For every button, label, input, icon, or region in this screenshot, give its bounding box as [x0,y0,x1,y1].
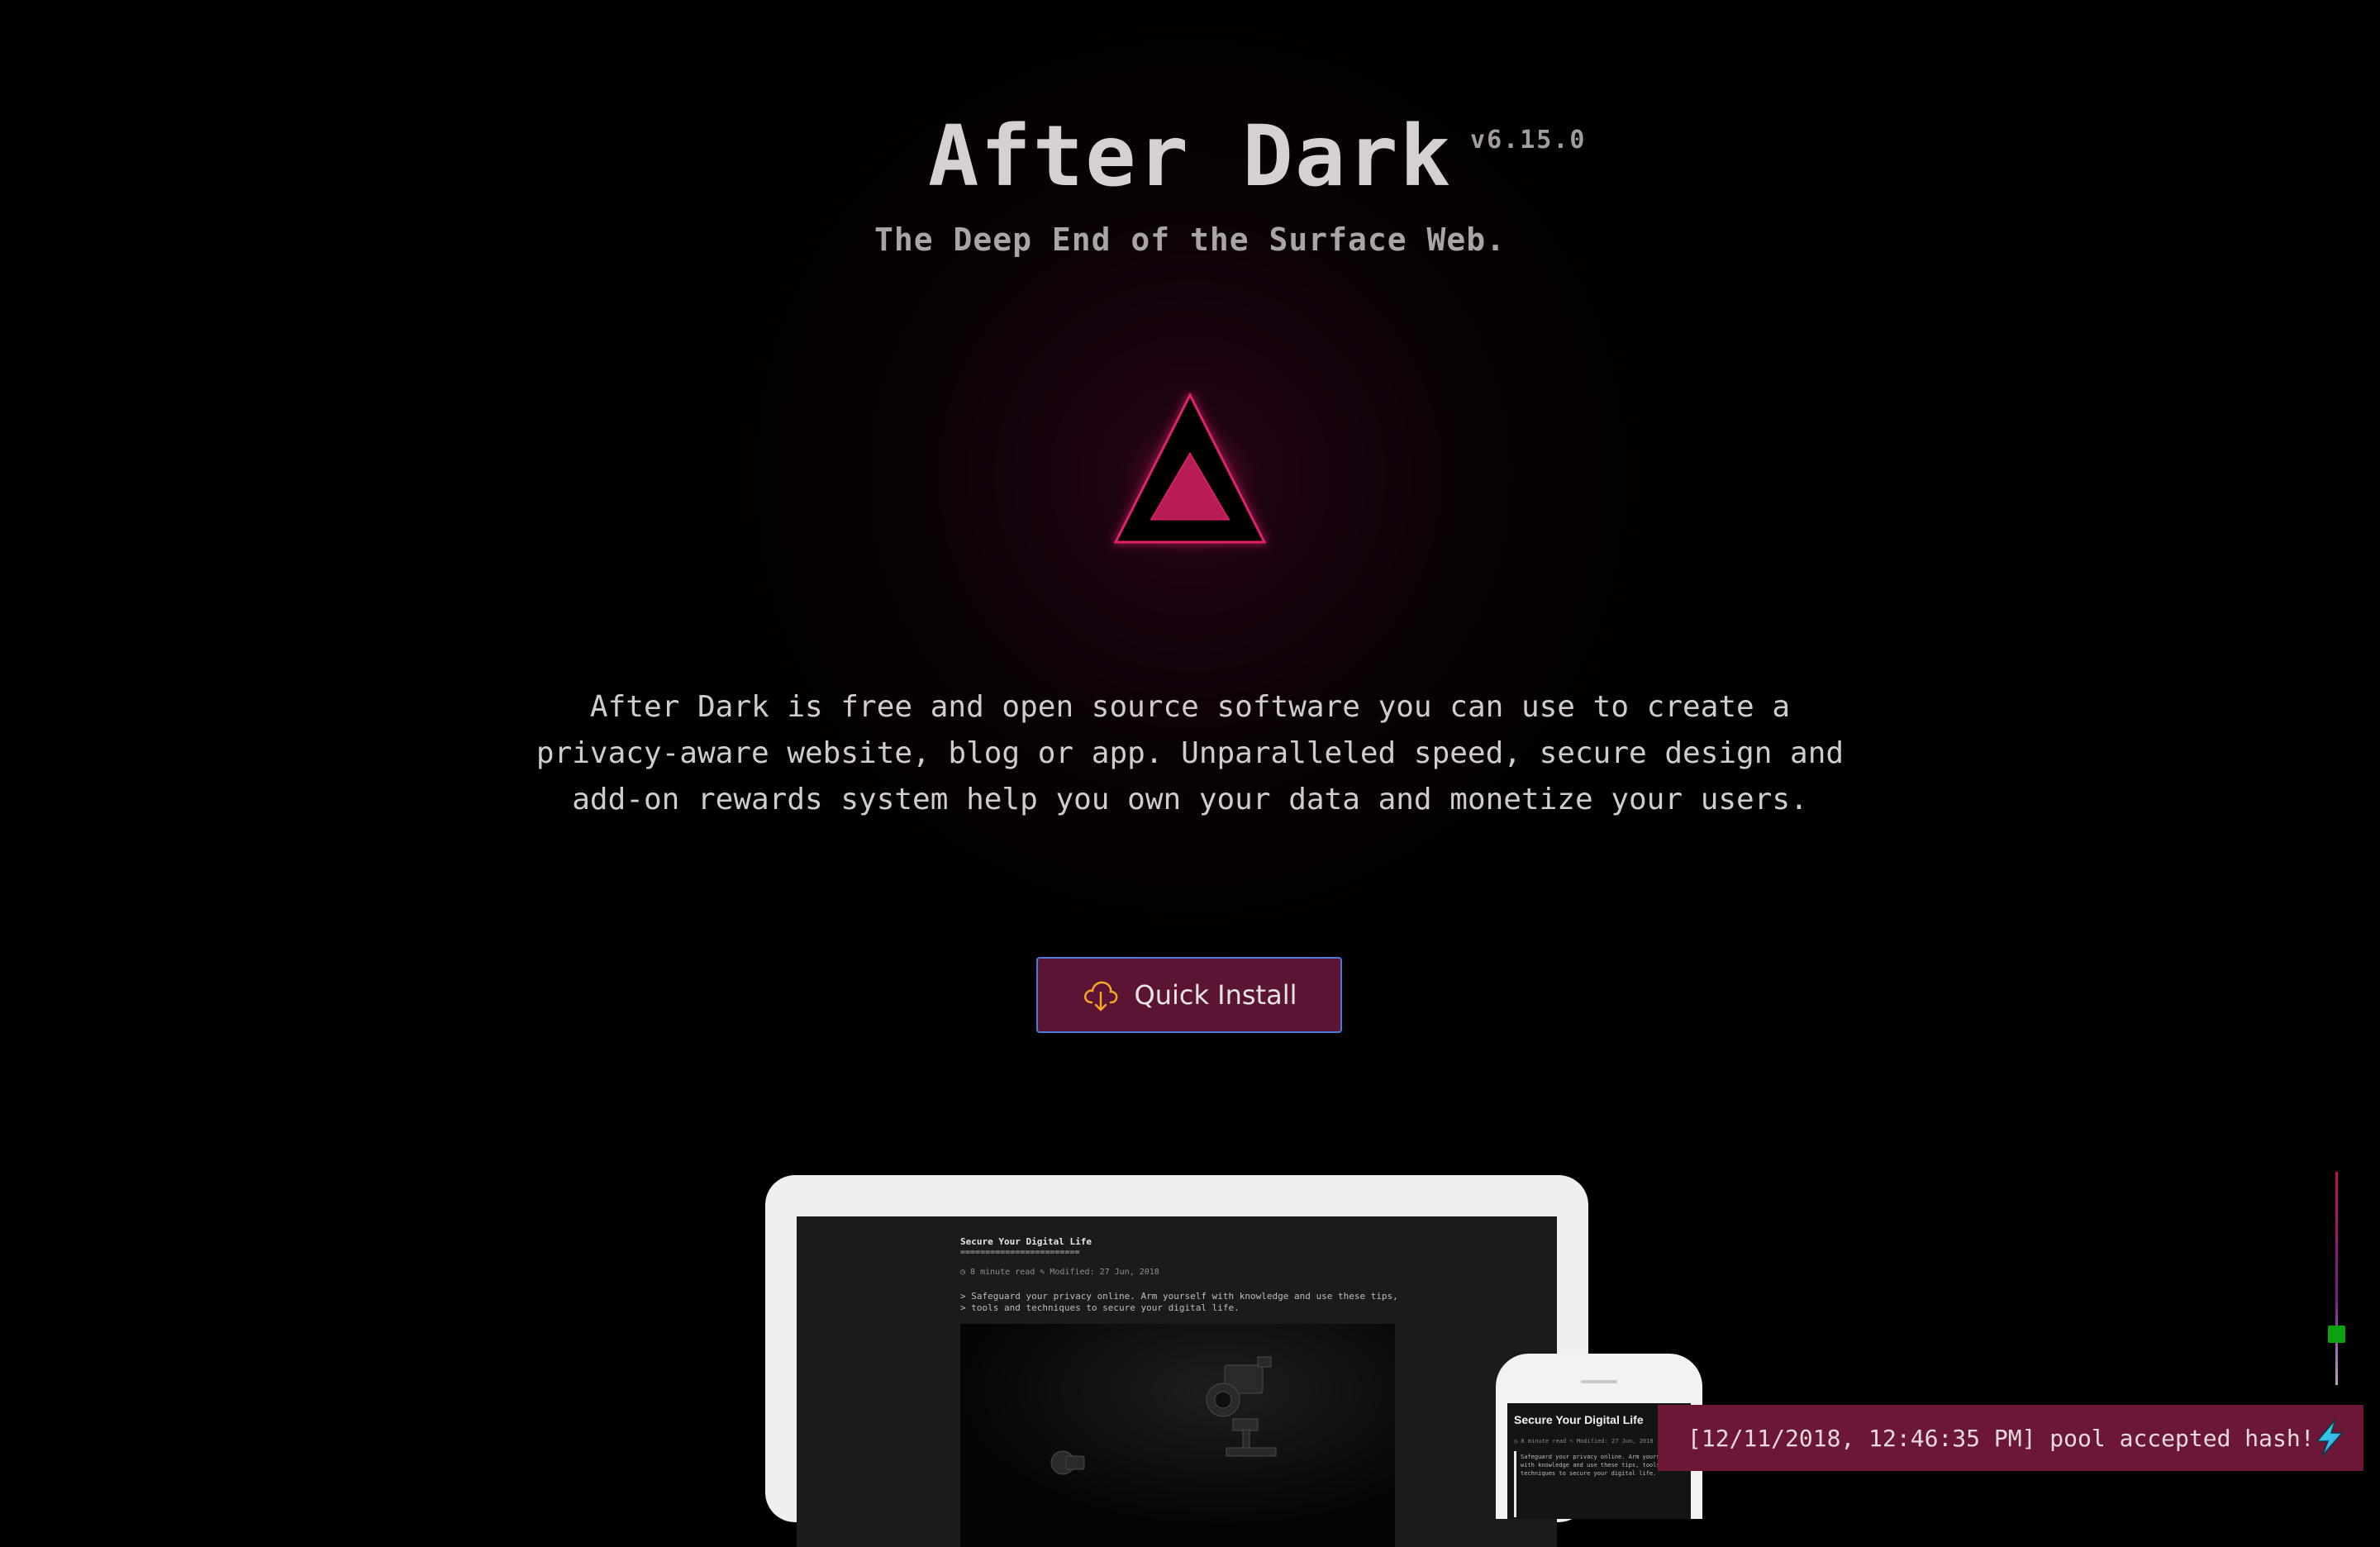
mining-toast-notification: [12/11/2018, 12:46:35 PM] pool accepted … [1658,1405,2363,1471]
article-quote: > Safeguard your privacy online. Arm you… [960,1291,1398,1314]
intro-paragraph: After Dark is free and open source softw… [529,684,1851,823]
intro-line: After Dark is free and open source softw… [589,690,1791,724]
quote-line: > tools and techniques to secure your di… [960,1302,1240,1313]
phone-speaker [1581,1380,1617,1383]
intro-line: privacy-aware website, blog or app. Unpa… [536,736,1844,770]
phone-article-title: Secure Your Digital Life [1514,1413,1644,1426]
laptop-preview: Secure Your Digital Life ===============… [765,1175,1588,1547]
intro-line: add-on rewards system help you own your … [572,783,1808,816]
article-title-rule: ======================== [960,1248,1080,1257]
page-title: After Dark v6.15.0 [927,107,1585,206]
version-badge: v6.15.0 [1470,126,1587,155]
quick-install-button[interactable]: Quick Install [1036,957,1342,1033]
article-meta: ◷ 8 minute read ✎ Modified: 27 Jun, 2018 [960,1268,1159,1277]
toast-message: [12/11/2018, 12:46:35 PM] pool accepted … [1687,1424,2315,1452]
article-title: Secure Your Digital Life [960,1236,1092,1247]
hero-header: After Dark v6.15.0 [0,107,2380,206]
camera-rig-image [960,1324,1395,1547]
phone-quote-bar [1514,1451,1516,1517]
phone-article-meta: ◷ 8 minute read ✎ Modified: 27 Jun, 2018 [1514,1438,1654,1445]
lightning-icon[interactable] [2311,1418,2349,1458]
vertical-slider-track[interactable] [2335,1172,2338,1385]
quote-line: > Safeguard your privacy online. Arm you… [960,1291,1398,1302]
laptop-screen: Secure Your Digital Life ===============… [797,1216,1557,1547]
after-dark-triangle-logo-icon [1107,392,1273,554]
quick-install-label: Quick Install [1134,979,1297,1011]
tagline: The Deep End of the Surface Web. [873,221,1507,258]
article-hero-image [960,1324,1395,1547]
title-text: After Dark [927,107,1453,206]
vertical-slider-thumb[interactable] [2328,1326,2345,1343]
cloud-download-icon [1083,981,1117,1011]
